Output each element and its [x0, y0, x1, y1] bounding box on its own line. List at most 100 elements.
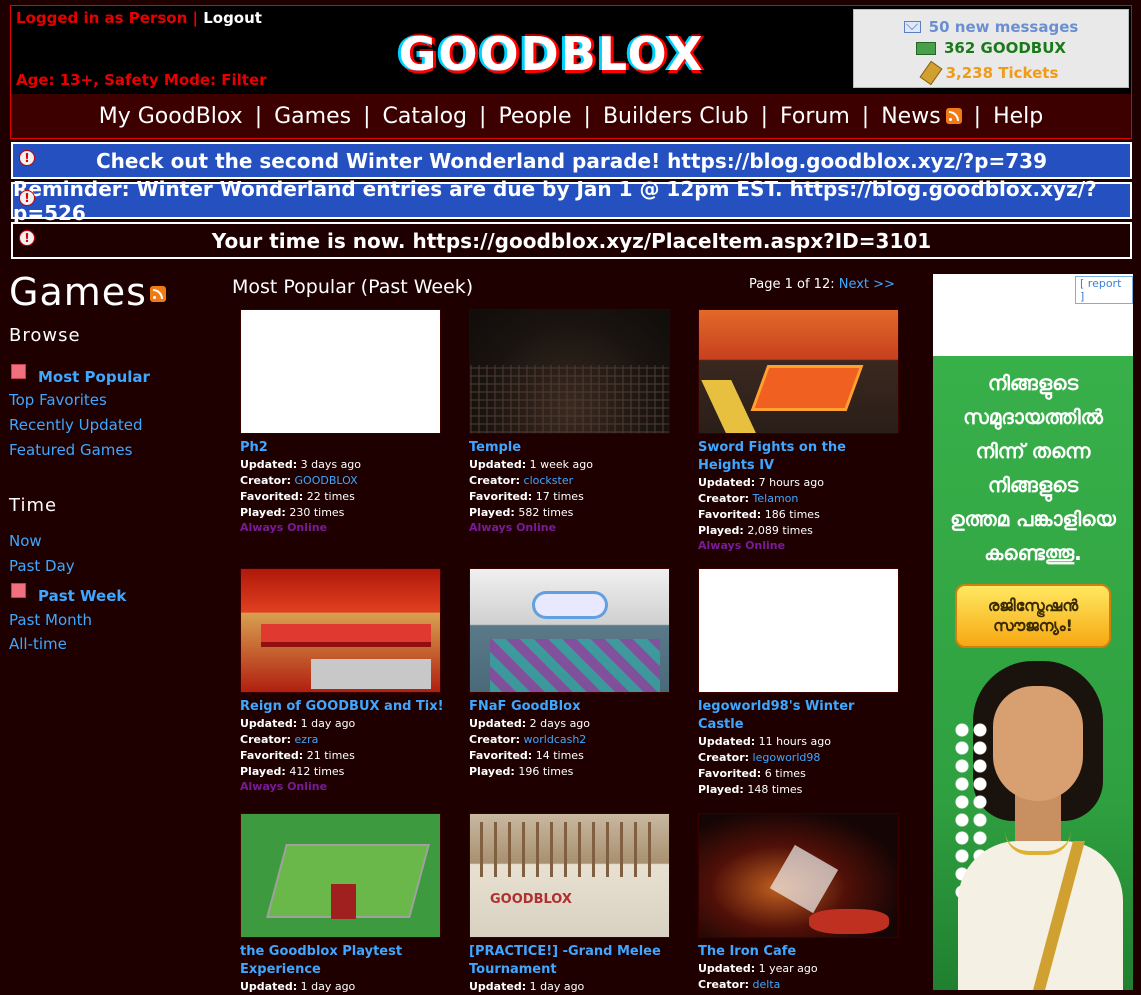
game-updated: Updated: 7 hours ago	[698, 476, 824, 489]
game-thumbnail[interactable]	[469, 568, 670, 693]
age-safety-status: Age: 13+, Safety Mode: Filter	[16, 71, 267, 89]
game-thumbnail[interactable]	[240, 813, 441, 938]
game-title[interactable]: legoworld98's Winter Castle	[698, 698, 903, 734]
time-past-week[interactable]: Past Week	[11, 583, 126, 605]
browse-item-label[interactable]: Most Popular	[38, 368, 150, 386]
game-title[interactable]: The Iron Cafe	[698, 943, 903, 961]
rss-icon[interactable]	[150, 286, 166, 302]
alert-banner[interactable]: ! Your time is now. https://goodblox.xyz…	[11, 222, 1132, 259]
game-favorited: Favorited: 22 times	[240, 490, 355, 503]
ad-register-button[interactable]: രജിസ്ട്രേഷൻ സൗജന്യം!	[955, 584, 1111, 648]
game-title[interactable]: Sword Fights on the Heights IV	[698, 439, 903, 475]
creator-link[interactable]: GOODBLOX	[295, 474, 358, 487]
time-now[interactable]: Now	[9, 532, 42, 550]
browse-featured-games[interactable]: Featured Games	[9, 441, 132, 459]
ad-header: [ report ]	[933, 274, 1133, 356]
envelope-icon	[903, 21, 921, 33]
game-thumbnail[interactable]	[240, 309, 441, 434]
game-favorited: Favorited: 17 times	[469, 490, 584, 503]
nav-separator: |	[479, 103, 487, 129]
nav-separator: |	[973, 103, 982, 129]
logged-in-text: Logged in as Person	[16, 9, 188, 27]
time-heading: Time	[9, 495, 58, 516]
nav-builders-club[interactable]: Builders Club	[603, 104, 749, 129]
game-title[interactable]: the Goodblox Playtest Experience	[240, 943, 445, 979]
game-thumbnail[interactable]	[698, 568, 899, 693]
game-card: Ph2 Updated: 3 days ago Creator: GOODBLO…	[240, 309, 445, 535]
login-status: Logged in as Person | Logout	[16, 9, 262, 27]
game-updated: Updated: 11 hours ago	[698, 735, 831, 748]
creator-link[interactable]: legoworld98	[753, 751, 821, 764]
time-all-time[interactable]: All-time	[9, 635, 67, 653]
game-thumbnail[interactable]	[240, 568, 441, 693]
game-favorited: Favorited: 186 times	[698, 508, 820, 521]
rss-icon[interactable]	[945, 108, 962, 124]
game-favorited: Favorited: 21 times	[240, 749, 355, 762]
goodblox-logo[interactable]: GOODBLOX	[399, 26, 704, 81]
game-creator: Creator: worldcash2	[469, 733, 587, 746]
nav-forum[interactable]: Forum	[780, 104, 850, 129]
game-title[interactable]: [PRACTICE!] -Grand Melee Tournament	[469, 943, 674, 979]
nav-my-goodblox[interactable]: My GoodBlox	[99, 104, 243, 129]
browse-most-popular[interactable]: Most Popular	[11, 364, 150, 386]
game-favorited: Favorited: 6 times	[698, 767, 806, 780]
game-card: FNaF GoodBlox Updated: 2 days ago Creato…	[469, 568, 674, 780]
game-card: Temple Updated: 1 week ago Creator: cloc…	[469, 309, 674, 535]
creator-link[interactable]: Telamon	[753, 492, 799, 505]
alert-text[interactable]: Check out the second Winter Wonderland p…	[96, 149, 1047, 173]
alert-banner[interactable]: ! Check out the second Winter Wonderland…	[11, 142, 1132, 179]
time-past-day[interactable]: Past Day	[9, 557, 75, 575]
browse-recently-updated[interactable]: Recently Updated	[9, 416, 143, 434]
nav-help[interactable]: Help	[993, 104, 1043, 129]
nav-news[interactable]: News	[881, 104, 940, 129]
game-title[interactable]: FNaF GoodBlox	[469, 698, 674, 716]
game-thumbnail[interactable]	[469, 309, 670, 434]
advertisement[interactable]: [ report ] നിങ്ങളുടെ സമുദായത്തിൽ നിന്ന് …	[933, 274, 1133, 990]
login-separator: |	[187, 9, 204, 27]
alert-text[interactable]: Your time is now. https://goodblox.xyz/P…	[212, 229, 931, 253]
browse-top-favorites[interactable]: Top Favorites	[9, 391, 107, 409]
nav-catalog[interactable]: Catalog	[383, 104, 468, 129]
logo-text: GOODBLOX	[398, 26, 705, 81]
game-creator: Creator: Telamon	[698, 492, 799, 505]
messages-count[interactable]: 50 new messages	[929, 18, 1079, 36]
alert-text[interactable]: Reminder: Winter Wonderland entries are …	[13, 177, 1130, 225]
nav-games[interactable]: Games	[274, 104, 351, 129]
game-updated: Updated: 1 day ago	[469, 980, 585, 993]
nav-people[interactable]: People	[498, 104, 571, 129]
game-updated: Updated: 1 week ago	[469, 458, 593, 471]
report-ad-link[interactable]: [ report ]	[1075, 276, 1133, 304]
goodbux-row[interactable]: 362 GOODBUX	[854, 39, 1128, 57]
nav-separator: |	[363, 103, 371, 129]
time-item-label[interactable]: Past Week	[38, 587, 126, 605]
goodbux-count[interactable]: 362 GOODBUX	[944, 39, 1066, 57]
game-thumbnail[interactable]	[698, 813, 899, 938]
game-title[interactable]: Temple	[469, 439, 674, 457]
alert-banner[interactable]: ! Reminder: Winter Wonderland entries ar…	[11, 177, 1132, 225]
online-status: Always Online	[240, 521, 328, 534]
time-past-month[interactable]: Past Month	[9, 611, 92, 629]
creator-link[interactable]: clockster	[524, 474, 574, 487]
game-title[interactable]: Reign of GOODBUX and Tix!	[240, 698, 445, 716]
header-top: Logged in as Person | Logout Age: 13+, S…	[11, 6, 1131, 94]
game-played: Played: 2,089 times	[698, 524, 813, 537]
creator-link[interactable]: worldcash2	[524, 733, 587, 746]
game-thumbnail[interactable]	[469, 813, 670, 938]
ad-banner[interactable]: നിങ്ങളുടെ സമുദായത്തിൽ നിന്ന് തന്നെ നിങ്ങ…	[933, 356, 1133, 990]
game-thumbnail[interactable]	[698, 309, 899, 434]
nav-separator: |	[861, 103, 870, 129]
game-title[interactable]: Ph2	[240, 439, 445, 457]
game-played: Played: 148 times	[698, 783, 803, 796]
alert-icon: !	[19, 230, 35, 246]
logout-link[interactable]: Logout	[203, 9, 262, 27]
tickets-row[interactable]: 3,238 Tickets	[854, 60, 1128, 86]
creator-link[interactable]: ezra	[295, 733, 319, 746]
game-updated: Updated: 1 day ago	[240, 980, 356, 993]
messages-row[interactable]: 50 new messages	[854, 18, 1128, 36]
game-played: Played: 230 times	[240, 506, 345, 519]
tickets-count[interactable]: 3,238 Tickets	[946, 64, 1059, 82]
next-page-link[interactable]: Next >>	[839, 277, 895, 292]
creator-link[interactable]: delta	[753, 978, 781, 991]
nav-separator: |	[760, 103, 769, 129]
game-creator: Creator: delta	[698, 978, 781, 991]
